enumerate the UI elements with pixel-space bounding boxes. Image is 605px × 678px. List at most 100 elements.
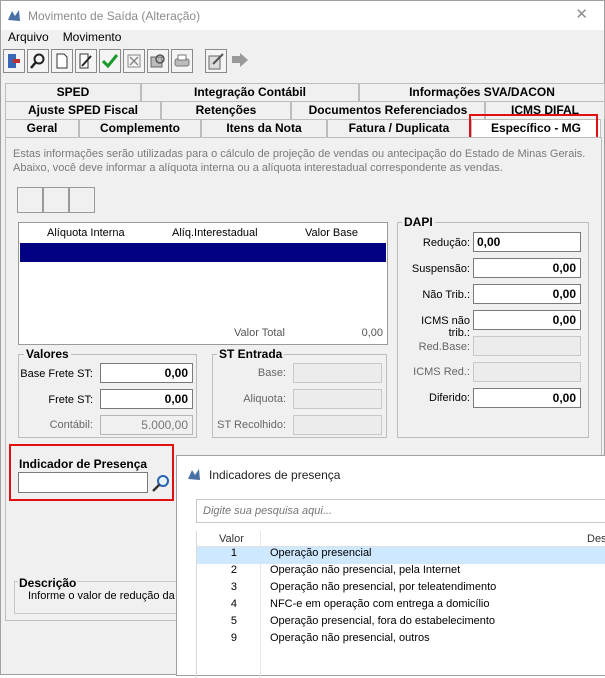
tab-itens-da-nota[interactable]: Itens da Nota <box>201 119 327 137</box>
popup-col-desc[interactable]: Desc <box>587 533 605 545</box>
next-icon <box>232 53 248 67</box>
st-base-field <box>293 363 382 383</box>
icms-nao-trib-field[interactable]: 0,00 <box>473 310 581 330</box>
col-valor-base[interactable]: Valor Base <box>305 227 358 239</box>
col-aliquota-interna[interactable]: Alíquota Interna <box>47 227 125 239</box>
icms-nao-trib-label: ICMS não trib.: <box>421 315 470 339</box>
suspensao-label: Suspensão: <box>411 263 470 275</box>
descricao-text: Informe o valor de redução da b <box>28 590 175 602</box>
app-logo-icon <box>188 469 200 480</box>
popup-search-input[interactable] <box>197 500 605 522</box>
grid-selected-row[interactable] <box>20 243 386 262</box>
tab-ajuste-sped-fiscal[interactable]: Ajuste SPED Fiscal <box>5 101 161 119</box>
popup-search-box <box>196 499 605 523</box>
popup-title: Indicadores de presença <box>209 468 341 482</box>
tab-sped[interactable]: SPED <box>5 83 141 101</box>
nao-trib-label: Não Trib.: <box>422 289 470 301</box>
grid-button-3[interactable] <box>69 187 95 213</box>
popup-row-desc: Operação não presencial, outros <box>270 632 430 644</box>
popup-list[interactable]: Valor Desc 1 Operação presencial 2 Opera… <box>196 531 605 678</box>
app-logo-icon <box>8 9 20 21</box>
suspensao-field[interactable]: 0,00 <box>473 258 581 278</box>
st-base-label: Base: <box>257 367 286 379</box>
popup-row-desc: NFC-e em operação com entrega a domicíli… <box>270 598 490 610</box>
indicadores-popup: Indicadores de presença Valor Desc 1 Ope… <box>176 455 605 678</box>
popup-row-valor: 2 <box>230 564 237 576</box>
menu-arquivo[interactable]: Arquivo <box>1 28 56 46</box>
popup-row-desc: Operação presencial, fora do estabelecim… <box>270 615 496 627</box>
total-label: Valor Total <box>234 327 285 339</box>
red-base-field <box>473 336 581 356</box>
popup-row-valor: 5 <box>230 615 237 627</box>
new-icon <box>56 53 68 69</box>
red-base-label: Red.Base: <box>418 341 470 353</box>
tab-row-1: SPED Integração Contábil Informações SVA… <box>5 83 605 101</box>
confirm-icon <box>102 54 118 68</box>
popup-row[interactable]: 3 Operação não presencial, por teleatend… <box>197 581 605 598</box>
popup-row-valor: 4 <box>230 598 237 610</box>
tab-documentos-referenciados[interactable]: Documentos Referenciados <box>291 101 485 119</box>
popup-row-desc: Operação não presencial, por teleatendim… <box>270 581 497 593</box>
tab-geral[interactable]: Geral <box>5 119 79 137</box>
menu-movimento[interactable]: Movimento <box>56 28 129 46</box>
st-recolhido-label: ST Recolhido: <box>217 419 286 431</box>
total-value: 0,00 <box>361 327 383 339</box>
iss-button[interactable] <box>205 49 227 73</box>
aliquota-grid[interactable]: Alíquota Interna Alíq.Interestadual Valo… <box>18 222 388 345</box>
title-bar: Movimento de Saída (Alteração) ✕ <box>1 1 604 30</box>
search-icon <box>30 53 45 69</box>
popup-col-valor[interactable]: Valor <box>219 533 244 545</box>
menu-bar: Arquivo Movimento <box>1 28 128 46</box>
search-button[interactable] <box>27 49 49 73</box>
reducao-field[interactable]: 0,00 <box>473 232 581 252</box>
base-frete-field[interactable]: 0,00 <box>100 363 193 383</box>
popup-row[interactable]: 2 Operação não presencial, pela Internet <box>197 564 605 581</box>
popup-row-valor: 3 <box>230 581 237 593</box>
edit-button[interactable] <box>75 49 97 73</box>
st-entrada-title: ST Entrada <box>217 347 285 361</box>
refresh-icon <box>150 54 165 68</box>
popup-row-valor: 9 <box>230 632 237 644</box>
popup-row[interactable]: 1 Operação presencial <box>197 547 605 564</box>
confirm-button[interactable] <box>99 49 121 73</box>
tab-integracao-contabil[interactable]: Integração Contábil <box>141 83 359 101</box>
print-button[interactable] <box>171 49 193 73</box>
next-button[interactable] <box>229 49 251 73</box>
nao-trib-field[interactable]: 0,00 <box>473 284 581 304</box>
tab-complemento[interactable]: Complemento <box>79 119 201 137</box>
col-aliq-interestadual[interactable]: Alíq.Interestadual <box>172 227 258 239</box>
st-aliquota-label: Aliquota: <box>243 393 286 405</box>
exit-icon <box>8 54 20 68</box>
valores-title: Valores <box>24 347 71 361</box>
popup-row[interactable]: 4 NFC-e em operação com entrega a domicí… <box>197 598 605 615</box>
refresh-button[interactable] <box>147 49 169 73</box>
dapi-title: DAPI <box>402 215 435 229</box>
print-icon <box>174 54 190 67</box>
cancel-icon <box>127 54 141 68</box>
popup-list-header: Valor Desc <box>197 531 605 547</box>
popup-row[interactable]: 9 Operação não presencial, outros <box>197 632 605 649</box>
diferido-field[interactable]: 0,00 <box>473 388 581 408</box>
popup-row-desc: Operação não presencial, pela Internet <box>270 564 461 576</box>
tab-informacoes-sva-dacon[interactable]: Informações SVA/DACON <box>359 83 605 101</box>
popup-row[interactable]: 5 Operação presencial, fora do estabelec… <box>197 615 605 632</box>
new-button[interactable] <box>51 49 73 73</box>
diferido-label: Diferido: <box>429 392 470 404</box>
tab-retencoes[interactable]: Retenções <box>161 101 291 119</box>
grid-button-1[interactable] <box>17 187 43 213</box>
popup-row-desc: Operação presencial <box>270 547 372 559</box>
contabil-label: Contábil: <box>49 419 93 431</box>
st-aliquota-field <box>293 389 382 409</box>
close-icon[interactable]: ✕ <box>575 7 588 23</box>
tab-fatura-duplicata[interactable]: Fatura / Duplicata <box>327 119 471 137</box>
cancel-button[interactable] <box>123 49 145 73</box>
popup-row-valor: 1 <box>230 547 237 559</box>
info-text: Estas informações serão utilizadas para … <box>13 148 586 174</box>
toolbar <box>3 48 253 74</box>
grid-button-2[interactable] <box>43 187 69 213</box>
icms-red-field <box>473 362 581 382</box>
exit-button[interactable] <box>3 49 25 73</box>
frete-st-field[interactable]: 0,00 <box>100 389 193 409</box>
frete-st-label: Frete ST: <box>48 394 93 406</box>
iss-icon <box>208 53 224 70</box>
